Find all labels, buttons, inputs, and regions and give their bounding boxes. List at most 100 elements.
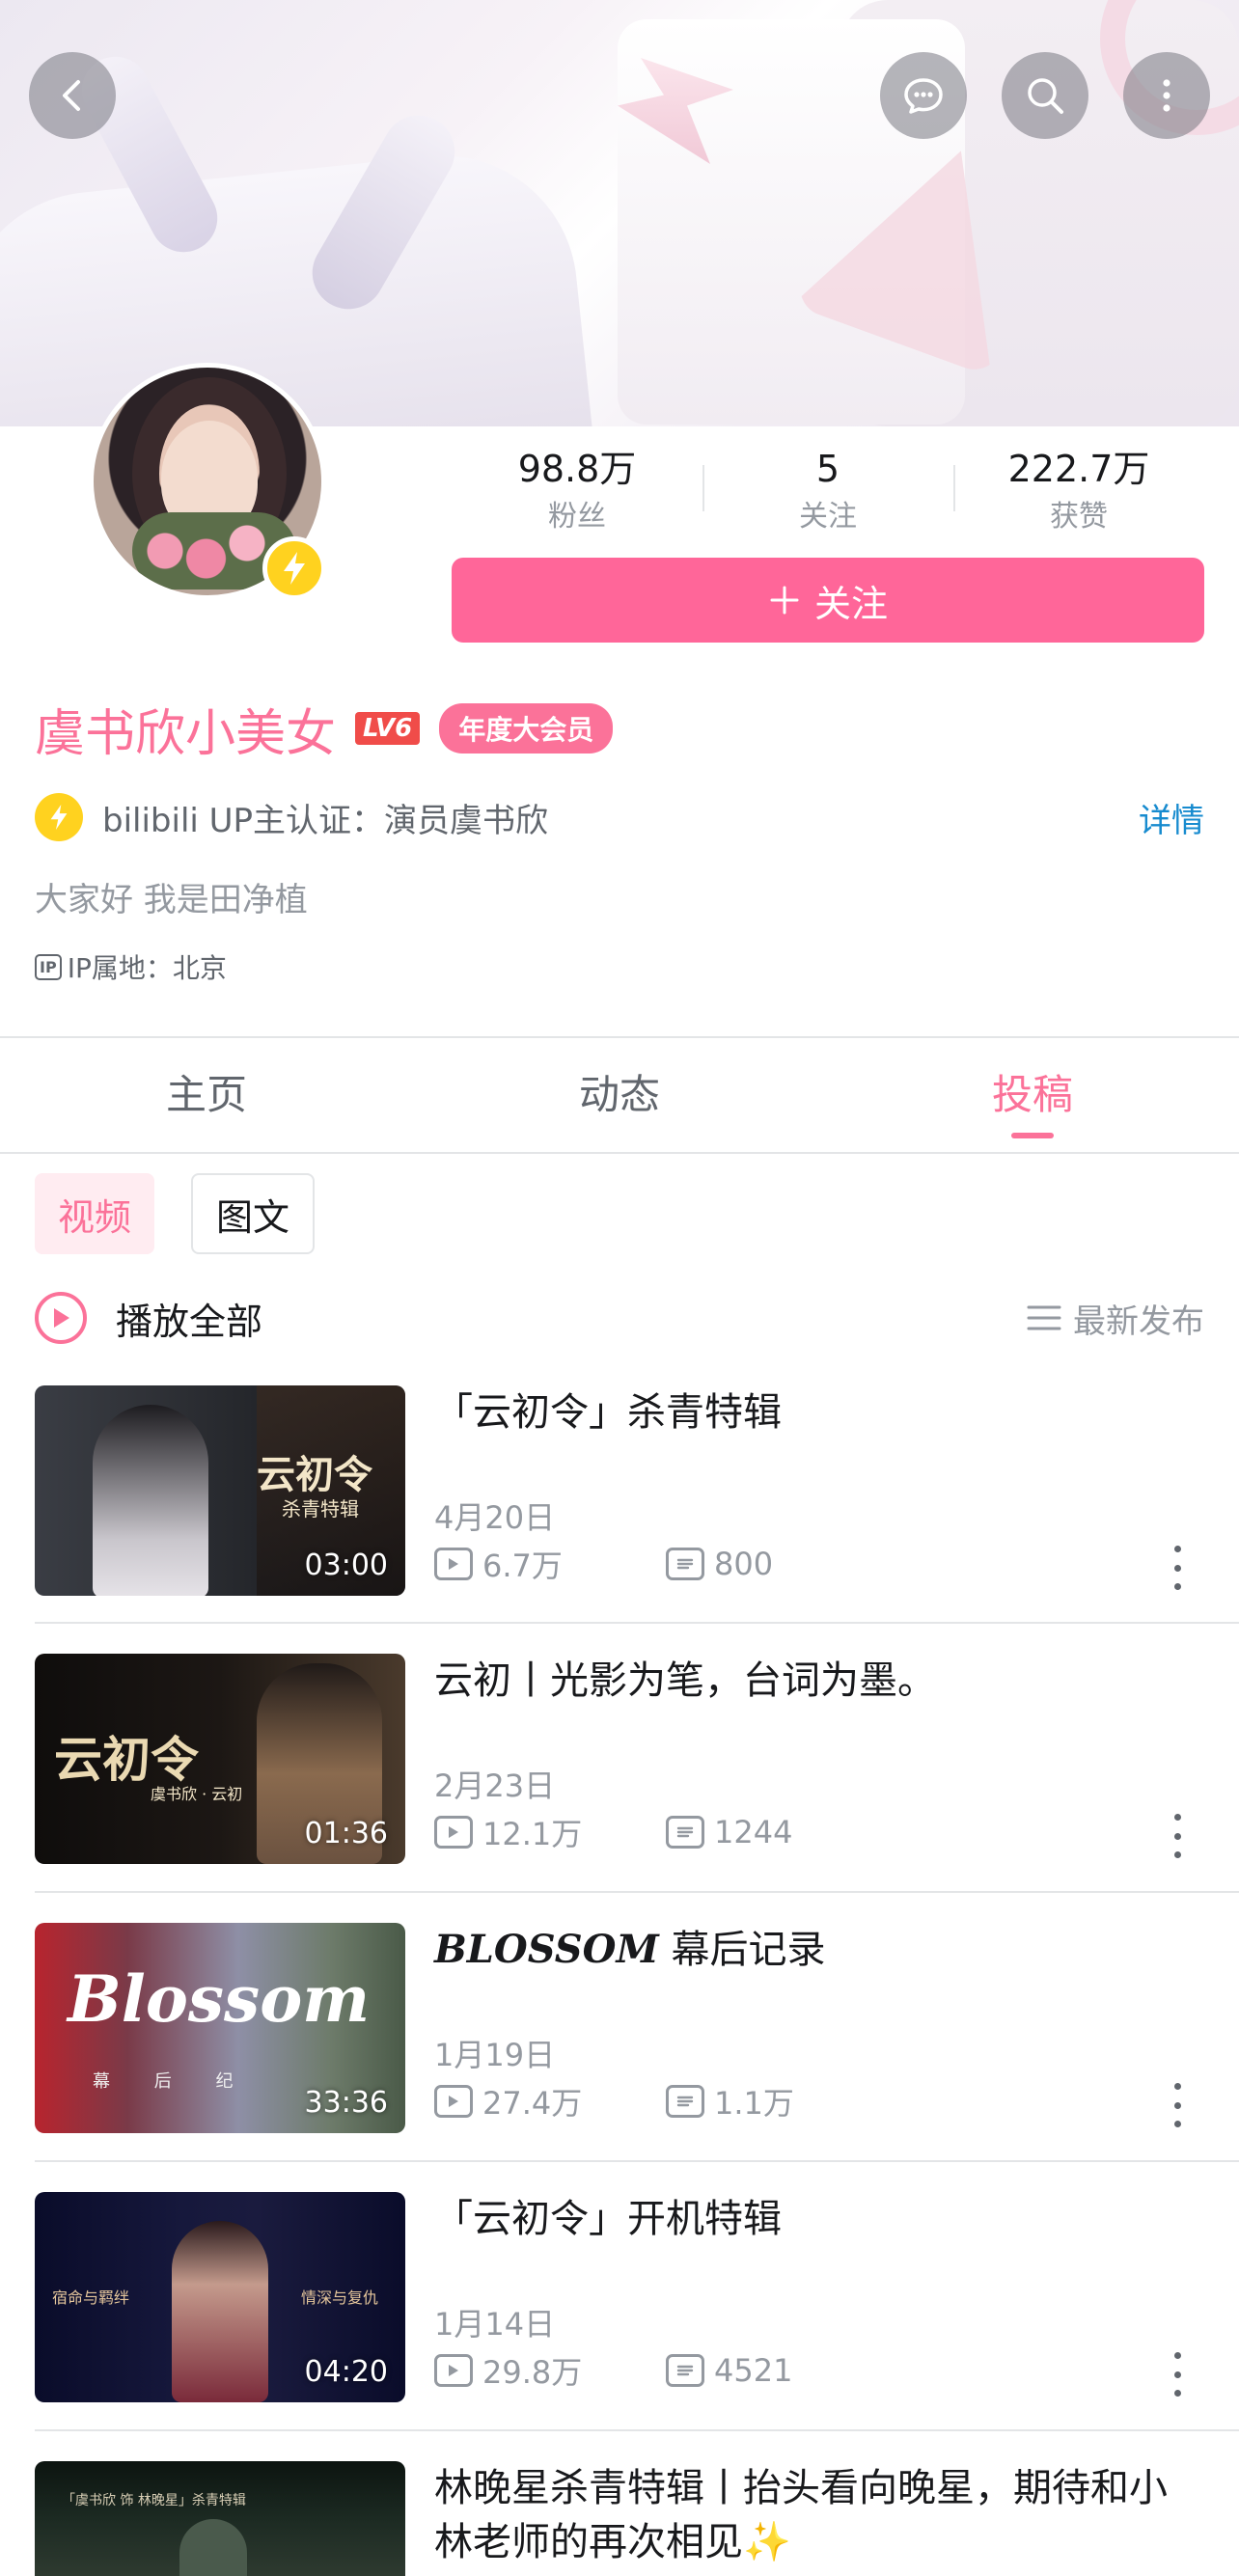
- play-count-icon: [434, 2085, 473, 2118]
- divider: [35, 1891, 1239, 1893]
- video-title[interactable]: 云初丨光影为笔，台词为墨。: [434, 1654, 1204, 1708]
- play-count-icon: [434, 1548, 473, 1580]
- video-thumbnail[interactable]: 宿命与羁绊 情深与复仇 04:20: [35, 2192, 405, 2402]
- view-count: 29.8万: [482, 2354, 583, 2391]
- search-button[interactable]: [1002, 52, 1088, 139]
- search-icon: [1028, 78, 1063, 114]
- thumbnail-title: 「虞书欣 饰 林晚星」杀青特辑: [62, 2493, 246, 2508]
- stat-value: 222.7万: [1007, 448, 1150, 490]
- certification-row: bilibili UP主认证：演员虞书欣 详情: [35, 791, 1204, 843]
- ip-location-text: IP属地：北京: [67, 952, 227, 984]
- stat-label: 获赞: [1050, 500, 1108, 534]
- play-count-icon: [434, 1816, 473, 1849]
- more-vertical-icon[interactable]: [1168, 2083, 1187, 2127]
- video-title-rest: 幕后记录: [658, 1928, 826, 1972]
- video-meta: 12.1万 1244: [434, 1810, 792, 1854]
- divider: [35, 2429, 1239, 2431]
- lightning-icon: [35, 793, 83, 841]
- sort-list-icon: [1027, 1305, 1061, 1330]
- thumbnail-subtitle: 虞书欣 · 云初: [151, 1785, 243, 1803]
- video-duration: 04:20: [304, 2355, 388, 2389]
- level-badge: LV6: [355, 712, 421, 745]
- view-count: 6.7万: [482, 1548, 563, 1584]
- profile-tabs: 主页 动态 投稿: [0, 1038, 1239, 1152]
- ip-location: IP IP属地：北京: [35, 947, 227, 986]
- video-duration: 03:00: [304, 1548, 388, 1582]
- more-vertical-icon[interactable]: [1168, 1546, 1187, 1590]
- thumbnail-subtitle: 杀青特辑: [282, 1497, 359, 1521]
- play-count-icon: [434, 2354, 473, 2387]
- danmaku-count: 4521: [714, 2352, 793, 2389]
- play-all-row: 播放全部 最新发布: [35, 1289, 1204, 1347]
- chat-button[interactable]: [880, 52, 967, 139]
- video-date: 2月23日: [434, 1768, 556, 1804]
- ip-icon: IP: [35, 953, 62, 980]
- danmaku-count: 1244: [714, 1814, 793, 1850]
- video-item[interactable]: 宿命与羁绊 情深与复仇 04:20 「云初令」开机特辑 1月14日 29.8万 …: [35, 2192, 1204, 2402]
- stat-value: 98.8万: [517, 448, 637, 490]
- video-item[interactable]: 「虞书欣 饰 林晚星」杀青特辑 林晚星杀青特辑丨抬头看向晚星，期待和小林老师的再…: [35, 2461, 1204, 2576]
- danmaku-icon: [666, 1816, 704, 1849]
- up-verified-badge: [262, 536, 326, 600]
- video-item[interactable]: 云初令 杀青特辑 03:00 「云初令」杀青特辑 4月20日 6.7万 800: [35, 1385, 1204, 1596]
- thumbnail-title: 云初令: [257, 1452, 372, 1497]
- follow-button[interactable]: 关注: [452, 558, 1204, 643]
- thumbnail-subtitle: 情深与复仇: [301, 2288, 379, 2307]
- lightning-icon: [284, 552, 305, 585]
- bio: 大家好 我是田净植: [35, 881, 308, 919]
- certification-detail-link[interactable]: 详情: [1139, 794, 1204, 841]
- video-date: 1月19日: [434, 2037, 556, 2073]
- user-name: 虞书欣小美女: [35, 704, 337, 763]
- thumbnail-title: 宿命与羁绊: [52, 2288, 130, 2307]
- video-thumbnail[interactable]: 云初令 杀青特辑 03:00: [35, 1385, 405, 1596]
- stat-fans[interactable]: 98.8万 粉丝: [452, 440, 702, 536]
- view-count: 27.4万: [482, 2085, 583, 2122]
- stat-likes[interactable]: 222.7万 获赞: [953, 440, 1204, 536]
- danmaku-icon: [666, 2085, 704, 2118]
- video-thumbnail[interactable]: 云初令 虞书欣 · 云初 01:36: [35, 1654, 405, 1864]
- danmaku-icon: [666, 1548, 704, 1580]
- profile-stats: 98.8万 粉丝 5 关注 222.7万 获赞: [452, 440, 1204, 536]
- plus-icon: [770, 586, 799, 615]
- stat-following[interactable]: 5 关注: [702, 440, 953, 536]
- stat-value: 5: [815, 448, 840, 490]
- danmaku-icon: [666, 2354, 704, 2387]
- video-thumbnail[interactable]: 「虞书欣 饰 林晚星」杀青特辑: [35, 2461, 405, 2576]
- back-icon: [63, 80, 80, 111]
- tab-dynamic[interactable]: 动态: [413, 1038, 826, 1152]
- video-meta: 29.8万 4521: [434, 2348, 792, 2393]
- divider: [35, 2160, 1239, 2162]
- video-title-emphasis: BLOSSOM: [434, 1927, 659, 1972]
- video-meta: 27.4万 1.1万: [434, 2079, 794, 2124]
- video-title[interactable]: 「云初令」杀青特辑: [434, 1385, 1204, 1439]
- thumbnail-title: Blossom: [68, 1961, 371, 2037]
- more-vertical-icon[interactable]: [1168, 2352, 1187, 2397]
- video-duration: 01:36: [304, 1817, 388, 1850]
- video-title[interactable]: 「云初令」开机特辑: [434, 2192, 1204, 2246]
- filter-article[interactable]: 图文: [191, 1173, 316, 1254]
- chat-icon: [904, 78, 943, 114]
- stat-label: 粉丝: [548, 500, 606, 534]
- video-item[interactable]: 云初令 虞书欣 · 云初 01:36 云初丨光影为笔，台词为墨。 2月23日 1…: [35, 1654, 1204, 1864]
- video-date: 1月14日: [434, 2306, 556, 2343]
- vip-badge[interactable]: 年度大会员: [439, 703, 614, 754]
- play-circle-icon[interactable]: [35, 1292, 87, 1344]
- tab-uploads[interactable]: 投稿: [826, 1038, 1239, 1152]
- back-button[interactable]: [29, 52, 116, 139]
- video-title[interactable]: BLOSSOM 幕后记录: [434, 1923, 1204, 1977]
- sort-button[interactable]: 最新发布: [1027, 1295, 1204, 1342]
- content-filters: 视频 图文: [35, 1173, 316, 1254]
- more-vertical-icon: [1163, 79, 1170, 112]
- name-row: 虞书欣小美女 LV6 年度大会员: [35, 695, 614, 763]
- follow-label: 关注: [813, 582, 888, 625]
- video-title[interactable]: 林晚星杀青特辑丨抬头看向晚星，期待和小林老师的再次相见✨: [434, 2461, 1204, 2569]
- more-vertical-icon[interactable]: [1168, 1814, 1187, 1858]
- video-thumbnail[interactable]: Blossom 幕 后 纪 33:36: [35, 1923, 405, 2133]
- video-item[interactable]: Blossom 幕 后 纪 33:36 BLOSSOM 幕后记录 1月19日 2…: [35, 1923, 1204, 2133]
- danmaku-count: 1.1万: [714, 2085, 794, 2122]
- play-all-button[interactable]: 播放全部: [116, 1292, 1027, 1345]
- divider: [0, 1152, 1239, 1154]
- tab-home[interactable]: 主页: [0, 1038, 413, 1152]
- more-button[interactable]: [1123, 52, 1210, 139]
- filter-video[interactable]: 视频: [35, 1173, 155, 1254]
